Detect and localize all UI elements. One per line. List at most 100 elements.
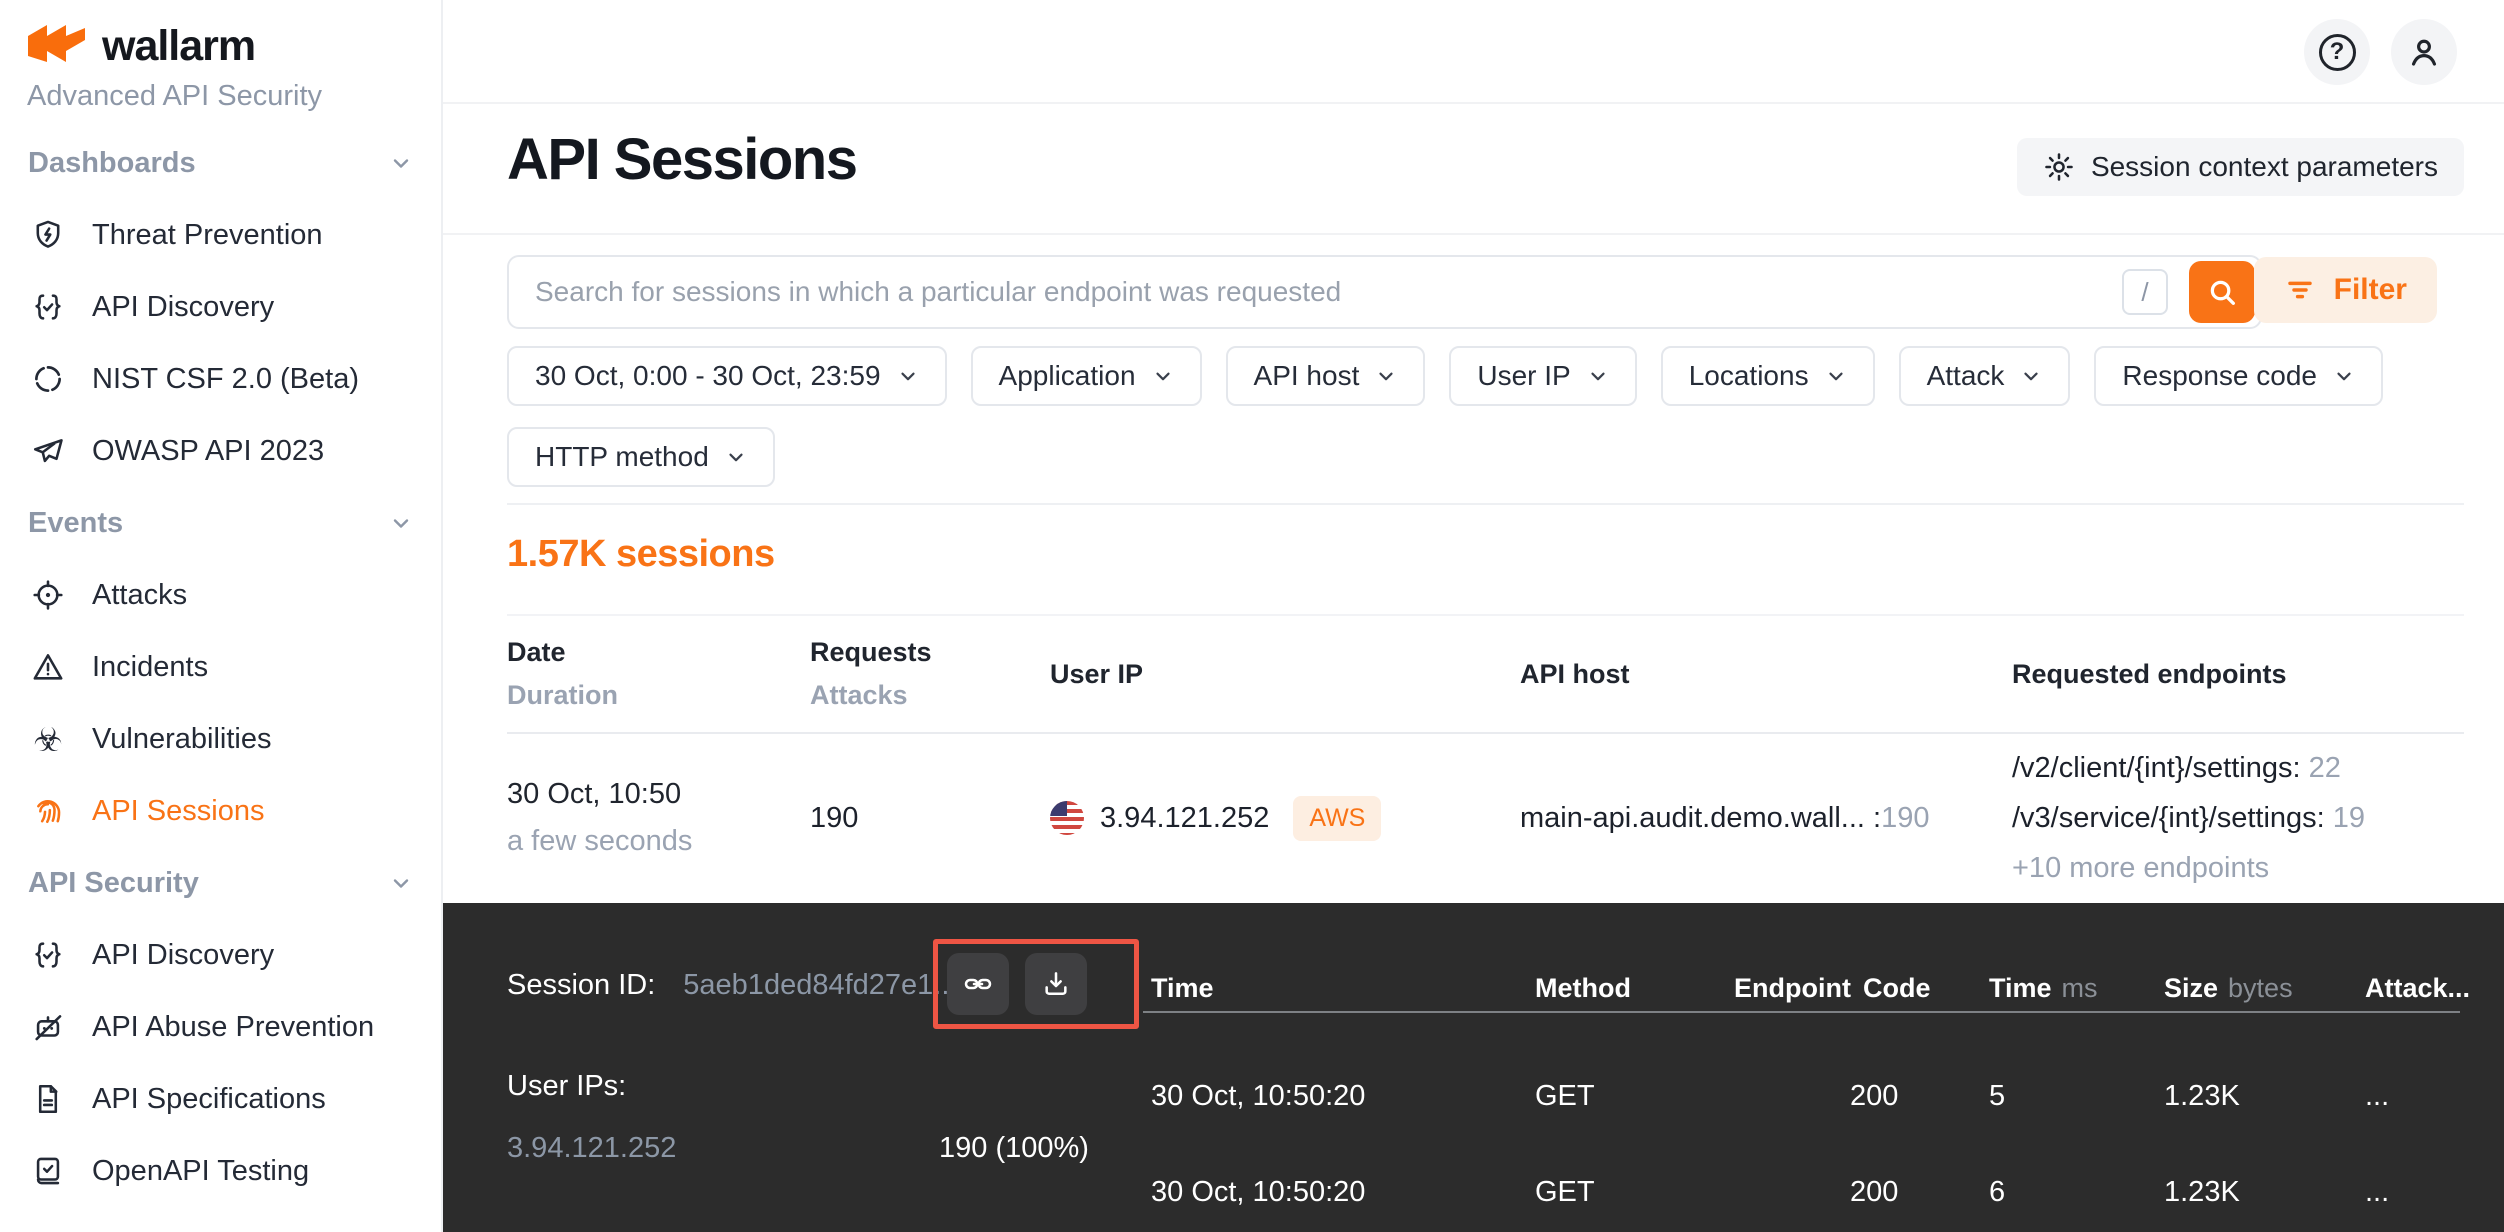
request-row-method: GET: [1535, 1176, 1595, 1209]
paper-plane-icon: [28, 431, 68, 471]
request-row-time[interactable]: 30 Oct, 10:50:20: [1151, 1080, 1365, 1113]
nist-csf-icon: [28, 359, 68, 399]
content-divider: [507, 503, 2464, 505]
panel-col-header-size: Sizebytes: [2164, 973, 2293, 1004]
search-button[interactable]: [2189, 261, 2255, 323]
warning-triangle-icon: [28, 647, 68, 687]
panel-col-header-time-ms: Timems: [1989, 973, 2098, 1004]
chevron-down-icon: [1825, 365, 1847, 387]
request-row-time-ms: 6: [1989, 1176, 2005, 1209]
filter-chip-locations[interactable]: Locations: [1661, 346, 1875, 406]
panel-col-header-endpoint-code: EndpointCode: [1734, 973, 1930, 1004]
chevron-down-icon: [1375, 365, 1397, 387]
filter-chip-response-code[interactable]: Response code: [2094, 346, 2383, 406]
sidebar-section-dashboards[interactable]: Dashboards: [0, 127, 441, 199]
sessions-table-header: Date Duration Requests Attacks User IP A…: [507, 614, 2464, 734]
fingerprint-icon: [28, 791, 68, 831]
target-icon: [28, 575, 68, 615]
chevron-down-icon: [2333, 365, 2355, 387]
filter-button[interactable]: Filter: [2254, 257, 2437, 323]
sidebar-item-api-sessions[interactable]: API Sessions: [0, 775, 441, 847]
session-id-label: Session ID:: [507, 969, 655, 1002]
filter-chip-http-method[interactable]: HTTP method: [507, 427, 775, 487]
session-context-parameters-button[interactable]: Session context parameters: [2017, 138, 2464, 196]
filter-chip-application[interactable]: Application: [971, 346, 1202, 406]
request-row-method: GET: [1535, 1080, 1595, 1113]
sidebar-item-threat-prevention[interactable]: Threat Prevention: [0, 199, 441, 271]
search-icon: [2205, 275, 2239, 309]
biohazard-icon: ☣: [28, 719, 68, 759]
sidebar-item-incidents[interactable]: Incidents: [0, 631, 441, 703]
braces-check-icon: [28, 287, 68, 327]
filter-chip-row-1: 30 Oct, 0:00 - 30 Oct, 23:59 Application…: [507, 346, 2383, 406]
cell-date: 30 Oct, 10:50 a few seconds: [507, 778, 810, 858]
sidebar-section-api-security[interactable]: API Security: [0, 847, 441, 919]
help-icon: ?: [2319, 34, 2356, 71]
endpoint-line: /v3/service/{int}/settings: 19: [2012, 793, 2464, 843]
more-endpoints-link[interactable]: +10 more endpoints: [2012, 843, 2464, 893]
request-row-code: 200: [1850, 1080, 1898, 1113]
sidebar-item-api-discovery-2[interactable]: API Discovery: [0, 919, 441, 991]
panel-header-divider: [1143, 1011, 2460, 1013]
filter-chip-api-host[interactable]: API host: [1226, 346, 1426, 406]
sidebar-item-nist-csf[interactable]: NIST CSF 2.0 (Beta): [0, 343, 441, 415]
logo-text: wallarm: [102, 22, 255, 71]
col-header-user-ip: User IP: [1050, 659, 1520, 690]
page-header: API Sessions Session context parameters: [443, 104, 2504, 235]
chevron-down-icon: [1152, 365, 1174, 387]
sidebar-item-attacks[interactable]: Attacks: [0, 559, 441, 631]
braces-check-icon: [28, 935, 68, 975]
wallarm-logo-icon: [26, 24, 88, 70]
cell-requests: 190: [810, 802, 1050, 835]
page-title: API Sessions: [507, 126, 856, 193]
user-icon: [2405, 33, 2443, 71]
aws-badge: AWS: [1293, 796, 1381, 841]
request-row-attack: ...: [2365, 1080, 2389, 1113]
bot-off-icon: [28, 1007, 68, 1047]
gear-icon: [2043, 151, 2075, 183]
col-header-api-host: API host: [1520, 659, 2012, 690]
sidebar-section-events[interactable]: Events: [0, 487, 441, 559]
cell-user-ip: 3.94.121.252 AWS: [1050, 796, 1520, 841]
request-row-code: 200: [1850, 1176, 1898, 1209]
panel-col-header-attack: Attack...: [2365, 973, 2470, 1004]
sidebar-item-owasp-api[interactable]: OWASP API 2023: [0, 415, 441, 487]
panel-col-header-method: Method: [1535, 973, 1631, 1004]
chevron-down-icon: [389, 151, 413, 175]
col-header-date: Date Duration: [507, 637, 810, 711]
session-id-row: Session ID: 5aeb1ded84fd27e1...: [507, 969, 957, 1002]
user-ips-label: User IPs:: [507, 1070, 626, 1103]
user-menu-button[interactable]: [2391, 19, 2457, 85]
sidebar-item-vulnerabilities[interactable]: ☣ Vulnerabilities: [0, 703, 441, 775]
panel-col-header-time: Time: [1151, 973, 1214, 1004]
filter-chip-attack[interactable]: Attack: [1899, 346, 2071, 406]
request-row-size: 1.23K: [2164, 1176, 2240, 1209]
request-row-attack: ...: [2365, 1176, 2389, 1209]
sidebar-item-openapi-testing[interactable]: OpenAPI Testing: [0, 1135, 441, 1207]
sidebar-item-api-specifications[interactable]: API Specifications: [0, 1063, 441, 1135]
chevron-down-icon: [897, 365, 919, 387]
help-button[interactable]: ?: [2304, 19, 2370, 85]
request-row-time-ms: 5: [1989, 1080, 2005, 1113]
filter-chip-date-range[interactable]: 30 Oct, 0:00 - 30 Oct, 23:59: [507, 346, 947, 406]
search-row: / Filter: [507, 255, 2464, 329]
search-box: /: [507, 255, 2262, 329]
shield-zap-icon: [28, 215, 68, 255]
request-row-time[interactable]: 30 Oct, 10:50:20: [1151, 1176, 1365, 1209]
search-input[interactable]: [509, 257, 2260, 327]
sidebar-item-api-abuse-prevention[interactable]: API Abuse Prevention: [0, 991, 441, 1063]
main-area: ? API Sessions Session context parameter…: [443, 0, 2504, 903]
endpoint-line: /v2/client/{int}/settings: 22: [2012, 743, 2464, 793]
cell-api-host: main-api.audit.demo.wall... :190: [1520, 802, 2012, 835]
wallarm-logo[interactable]: wallarm: [26, 22, 255, 71]
user-ip-value[interactable]: 3.94.121.252: [507, 1132, 676, 1165]
chevron-down-icon: [1587, 365, 1609, 387]
sidebar-item-api-discovery[interactable]: API Discovery: [0, 271, 441, 343]
filter-funnel-icon: [2284, 274, 2316, 306]
session-details-panel: Session ID: 5aeb1ded84fd27e1... Time Met…: [443, 903, 2504, 1232]
col-header-requested-endpoints: Requested endpoints: [2012, 659, 2464, 690]
session-row[interactable]: 30 Oct, 10:50 a few seconds 190 3.94.121…: [507, 734, 2464, 902]
sidebar: wallarm Advanced API Security Dashboards…: [0, 0, 443, 1232]
session-id-value: 5aeb1ded84fd27e1...: [683, 969, 957, 1002]
filter-chip-user-ip[interactable]: User IP: [1449, 346, 1636, 406]
